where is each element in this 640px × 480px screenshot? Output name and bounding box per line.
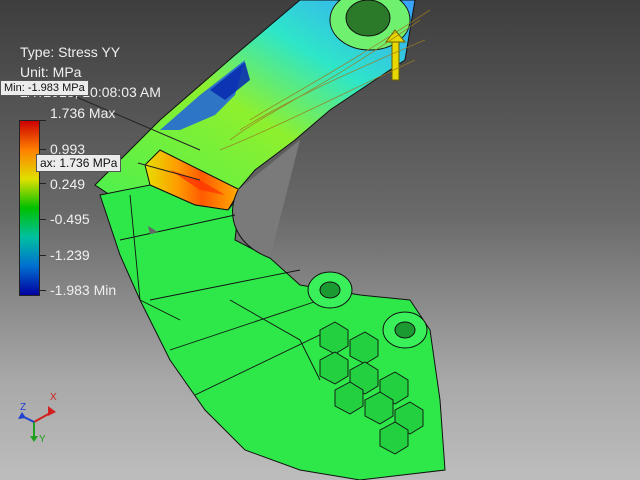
color-legend-bar xyxy=(19,120,40,296)
legend-tick-line xyxy=(40,183,46,184)
legend-tick-line xyxy=(40,120,46,121)
max-probe-label[interactable]: ax: 1.736 MPa xyxy=(36,154,122,172)
result-unit-label: Unit: MPa xyxy=(20,64,82,80)
legend-tick-line xyxy=(40,290,46,291)
legend-tick: -1.239 xyxy=(50,247,90,263)
legend-tick: 0.249 xyxy=(50,176,86,192)
view-triad[interactable]: X Y Z xyxy=(18,388,62,444)
legend-tick-line xyxy=(40,219,46,220)
triad-y-label: Y xyxy=(39,434,46,444)
legend-tick-max: 1.736 Max xyxy=(50,105,116,121)
result-type-label: Type: Stress YY xyxy=(20,44,121,60)
graphics-viewport[interactable]: Type: Stress YY Unit: MPa 2/7/2018, 10:0… xyxy=(0,0,640,480)
legend-tick: -0.495 xyxy=(50,211,90,227)
triad-z-label: Z xyxy=(20,402,26,413)
stress-model[interactable] xyxy=(0,0,640,480)
legend-tick-line xyxy=(40,255,46,256)
legend-tick-min: -1.983 Min xyxy=(50,282,117,298)
load-arrow xyxy=(391,37,400,81)
min-probe-label[interactable]: Min: -1.983 MPa xyxy=(0,80,89,96)
triad-x-label: X xyxy=(50,392,57,403)
legend-tick-line xyxy=(40,149,46,150)
